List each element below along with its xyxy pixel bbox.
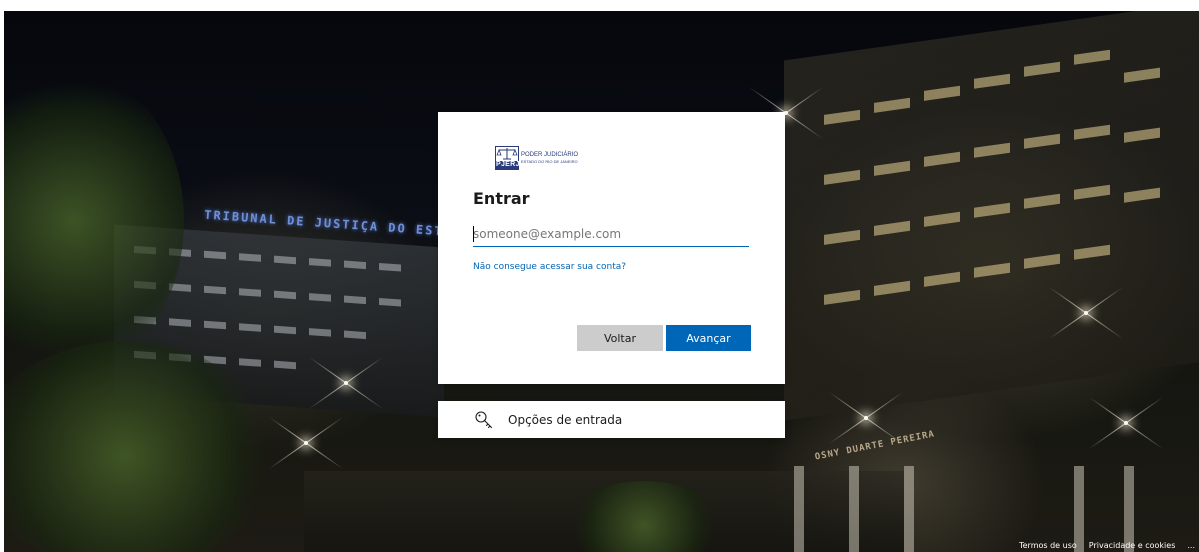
background-column [849,466,859,552]
signin-options-button[interactable]: Opções de entrada [438,401,785,438]
background-light-flare [1124,421,1128,425]
background-light-flare [304,441,308,445]
logo-org-state: ESTADO DO RIO DE JANEIRO [521,159,578,164]
signin-card: PJERJ PODER JUDICIÁRIO ESTADO DO RIO DE … [438,112,785,384]
logo-text: PODER JUDICIÁRIO ESTADO DO RIO DE JANEIR… [521,152,578,164]
background-column [904,466,914,552]
key-icon [475,410,493,428]
footer: Termos de uso Privacidade e cookies ... [1019,540,1195,552]
scales-icon [496,148,518,160]
text-cursor [473,226,474,242]
background-light-flare [344,381,348,385]
background-building-right [784,11,1199,421]
more-options-link[interactable]: ... [1187,540,1195,552]
logo-org-name: PODER JUDICIÁRIO [521,152,579,158]
terms-of-use-link[interactable]: Termos de uso [1019,540,1077,552]
background-column [794,466,804,552]
next-button[interactable]: Avançar [666,325,751,351]
login-page: TRIBUNAL DE JUSTIÇA DO EST OSNY DUARTE P… [0,0,1199,552]
background-building-sign: OSNY DUARTE PEREIRA [814,429,936,463]
background-light-flare [864,416,868,420]
logo-abbreviation: PJERJ [496,161,520,169]
pjerj-logo: PJERJ PODER JUDICIÁRIO ESTADO DO RIO DE … [495,146,578,170]
email-input[interactable] [473,222,749,247]
privacy-cookies-link[interactable]: Privacidade e cookies [1089,540,1176,552]
cant-access-account-link[interactable]: Não consegue acessar sua conta? [473,262,626,272]
background-light-flare [1084,311,1088,315]
back-button[interactable]: Voltar [577,325,663,351]
page-title: Entrar [473,189,530,208]
scales-of-justice-icon: PJERJ [495,146,519,170]
signin-options-label: Opções de entrada [508,412,623,427]
